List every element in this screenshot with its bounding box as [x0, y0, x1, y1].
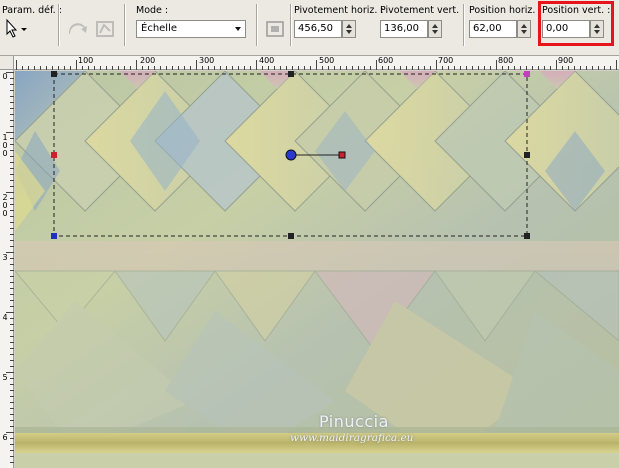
ruler-ticks — [6, 72, 14, 463]
vertical-ruler: 0 1 0 0 2 0 0 3 4 5 6 — [0, 70, 14, 468]
handle-bottom-left[interactable] — [51, 233, 57, 239]
ruler-label: 500 — [319, 56, 335, 65]
handle-top-right[interactable] — [524, 71, 530, 77]
ruler-label: 4 — [2, 313, 8, 322]
ruler-label: 300 — [199, 56, 215, 65]
presets-button[interactable] — [2, 17, 30, 41]
rotation-handle[interactable] — [338, 151, 346, 159]
ruler-label: 3 — [2, 253, 8, 262]
toolbar-separator — [124, 4, 126, 46]
mode-label: Mode : — [136, 5, 169, 16]
handle-middle-left[interactable] — [51, 152, 57, 158]
ruler-label: 2 0 0 — [2, 193, 8, 218]
handle-bottom-right[interactable] — [524, 233, 530, 239]
pivot-v-spinner[interactable] — [428, 20, 442, 38]
reset-icon[interactable] — [66, 19, 88, 39]
watermark-title: Pinuccia — [319, 412, 389, 431]
ruler-label: 900 — [558, 56, 574, 65]
handle-top-middle[interactable] — [288, 71, 294, 77]
ruler-label: 700 — [438, 56, 454, 65]
toolbar-separator — [463, 4, 465, 46]
handle-top-left[interactable] — [51, 71, 57, 77]
chevron-down-icon — [235, 27, 241, 31]
toolbar-separator — [290, 4, 292, 46]
mode-select[interactable]: Échelle — [136, 20, 246, 38]
pointer-arrow-icon — [6, 18, 27, 38]
bottom-band — [15, 453, 619, 468]
ruler-label: 200 — [140, 56, 156, 65]
ruler-label: 100 — [78, 56, 94, 65]
tool-options-bar: Param. déf. : Mode : Échelle Pivotement … — [0, 0, 619, 56]
ruler-label: 0 — [2, 72, 8, 81]
ruler-label: 800 — [498, 56, 514, 65]
ruler-label: 6 — [2, 433, 8, 442]
pos-h-label: Position horiz. : — [469, 5, 542, 16]
handle-middle-right[interactable] — [524, 152, 530, 158]
presets-label: Param. déf. : — [2, 5, 62, 16]
ruler-corner — [0, 56, 14, 70]
ruler-label: 5 — [2, 373, 8, 382]
highlight-box — [538, 1, 614, 46]
pos-h-input[interactable]: 62,00 — [469, 20, 517, 38]
toolbar-separator — [256, 4, 258, 46]
toolbar-separator — [58, 4, 60, 46]
pivot-h-spinner[interactable] — [342, 20, 356, 38]
ruler-ticks — [16, 60, 617, 70]
ruler-label: 1 0 0 — [2, 133, 8, 158]
layer-image — [15, 71, 619, 468]
watermark-url: www.maidiragrafica.eu — [290, 432, 414, 444]
image-canvas[interactable]: Pinuccia www.maidiragrafica.eu — [15, 71, 619, 468]
pivot-h-input[interactable]: 456,50 — [294, 20, 342, 38]
apply-transform-icon[interactable] — [94, 19, 116, 39]
pivot-v-input[interactable]: 136,00 — [380, 20, 428, 38]
ruler-label: 400 — [259, 56, 275, 65]
deformation-grid-icon[interactable] — [264, 19, 286, 39]
pos-h-spinner[interactable] — [517, 20, 531, 38]
handle-bottom-middle[interactable] — [288, 233, 294, 239]
mode-select-value: Échelle — [141, 23, 178, 34]
pivot-point[interactable] — [285, 149, 297, 161]
pivot-v-label: Pivotement vert. : — [380, 5, 466, 16]
pivot-h-label: Pivotement horiz. : — [294, 5, 384, 16]
horizontal-ruler: 100 200 300 400 500 600 700 800 900 — [14, 56, 619, 70]
ruler-label: 600 — [378, 56, 394, 65]
